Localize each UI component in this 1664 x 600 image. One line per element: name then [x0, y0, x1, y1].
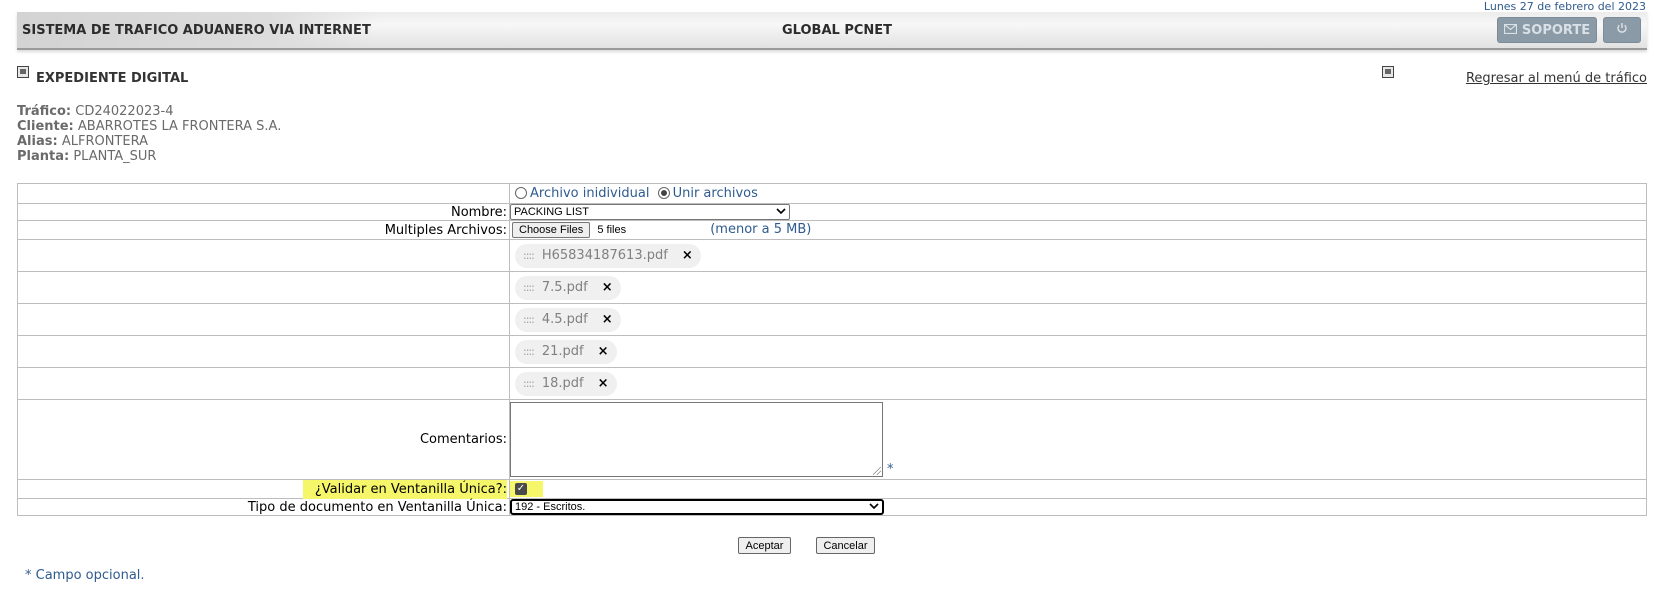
planta-value: PLANTA_SUR: [73, 149, 157, 164]
nombre-value: PACKING LIST: [514, 206, 589, 218]
cancel-button[interactable]: Cancelar: [816, 537, 875, 554]
file-name: 18.pdf: [541, 376, 584, 391]
file-chip[interactable]: :::: 21.pdf ×: [515, 339, 617, 364]
file-name: 4.5.pdf: [541, 312, 588, 327]
company-title: GLOBAL PCNET: [782, 23, 893, 38]
validar-checkbox[interactable]: ✓: [515, 483, 527, 495]
accept-button[interactable]: Aceptar: [738, 537, 791, 554]
files-count: 5 files: [597, 224, 627, 236]
file-name: 7.5.pdf: [541, 280, 588, 295]
nombre-label: Nombre:: [17, 203, 510, 221]
drag-handle-icon[interactable]: ::::: [523, 313, 535, 326]
cliente-label: Cliente:: [17, 119, 74, 134]
resize-handle-icon[interactable]: [873, 467, 881, 475]
cliente-value: ABARROTES LA FRONTERA S.A.: [77, 119, 282, 134]
back-to-menu-link[interactable]: Regresar al menú de tráfico: [1466, 71, 1647, 86]
optional-asterisk: *: [887, 462, 894, 477]
drag-handle-icon[interactable]: ::::: [523, 281, 535, 294]
size-note: (menor a 5 MB): [710, 222, 812, 237]
trafico-label: Tráfico:: [17, 104, 72, 119]
logout-button[interactable]: [1603, 17, 1641, 43]
archivos-label: Multiples Archivos:: [17, 220, 510, 240]
remove-file-icon[interactable]: ×: [682, 248, 693, 263]
comentarios-label: Comentarios:: [17, 399, 510, 480]
support-button[interactable]: SOPORTE: [1497, 17, 1597, 43]
comentarios-textarea[interactable]: [510, 402, 883, 477]
file-chip[interactable]: :::: H65834187613.pdf ×: [515, 243, 701, 268]
tipo-label: Tipo de documento en Ventanilla Única:: [17, 498, 510, 516]
remove-file-icon[interactable]: ×: [598, 376, 609, 391]
nombre-select[interactable]: PACKING LIST: [510, 204, 790, 220]
alias-label: Alias:: [17, 134, 58, 149]
choose-files-button[interactable]: Choose Files: [512, 222, 591, 238]
document-icon: [17, 66, 29, 78]
trafico-value: CD24022023-4: [75, 104, 174, 119]
file-chip[interactable]: :::: 18.pdf ×: [515, 371, 617, 396]
system-title: SISTEMA DE TRAFICO ADUANERO VIA INTERNET: [22, 23, 371, 38]
file-name: 21.pdf: [541, 344, 584, 359]
validar-label: ¿Validar en Ventanilla Única?:: [302, 479, 507, 499]
upload-form: Archivo inidividual Unir archivos Nombre…: [17, 183, 1647, 516]
radio-unir-label[interactable]: Unir archivos: [673, 186, 758, 201]
planta-label: Planta:: [17, 149, 70, 164]
top-bar: SISTEMA DE TRAFICO ADUANERO VIA INTERNET…: [17, 12, 1647, 50]
drag-handle-icon[interactable]: ::::: [523, 345, 535, 358]
radio-individual-label[interactable]: Archivo inidividual: [530, 186, 649, 201]
drag-handle-icon[interactable]: ::::: [523, 249, 535, 262]
tipo-documento-select[interactable]: 192 - Escritos.: [510, 499, 884, 515]
file-name: H65834187613.pdf: [541, 248, 668, 263]
tipo-value: 192 - Escritos.: [515, 501, 586, 513]
drag-handle-icon[interactable]: ::::: [523, 377, 535, 390]
radio-individual[interactable]: [515, 187, 527, 199]
power-icon: [1616, 22, 1628, 38]
remove-file-icon[interactable]: ×: [602, 280, 613, 295]
radio-unir[interactable]: [657, 187, 670, 199]
chevron-down-icon: [776, 206, 786, 218]
file-chip[interactable]: :::: 4.5.pdf ×: [515, 307, 621, 332]
optional-field-note: * Campo opcional.: [25, 568, 145, 583]
support-label: SOPORTE: [1521, 22, 1591, 38]
alias-value: ALFRONTERA: [61, 134, 148, 149]
traffic-info: Tráfico: CD24022023-4 Cliente: ABARROTES…: [17, 104, 281, 164]
file-chip[interactable]: :::: 7.5.pdf ×: [515, 275, 621, 300]
remove-file-icon[interactable]: ×: [602, 312, 613, 327]
chevron-down-icon: [869, 501, 879, 513]
menu-icon: [1382, 66, 1394, 78]
remove-file-icon[interactable]: ×: [598, 344, 609, 359]
section-title: EXPEDIENTE DIGITAL: [36, 71, 189, 86]
envelope-icon: [1503, 23, 1518, 38]
